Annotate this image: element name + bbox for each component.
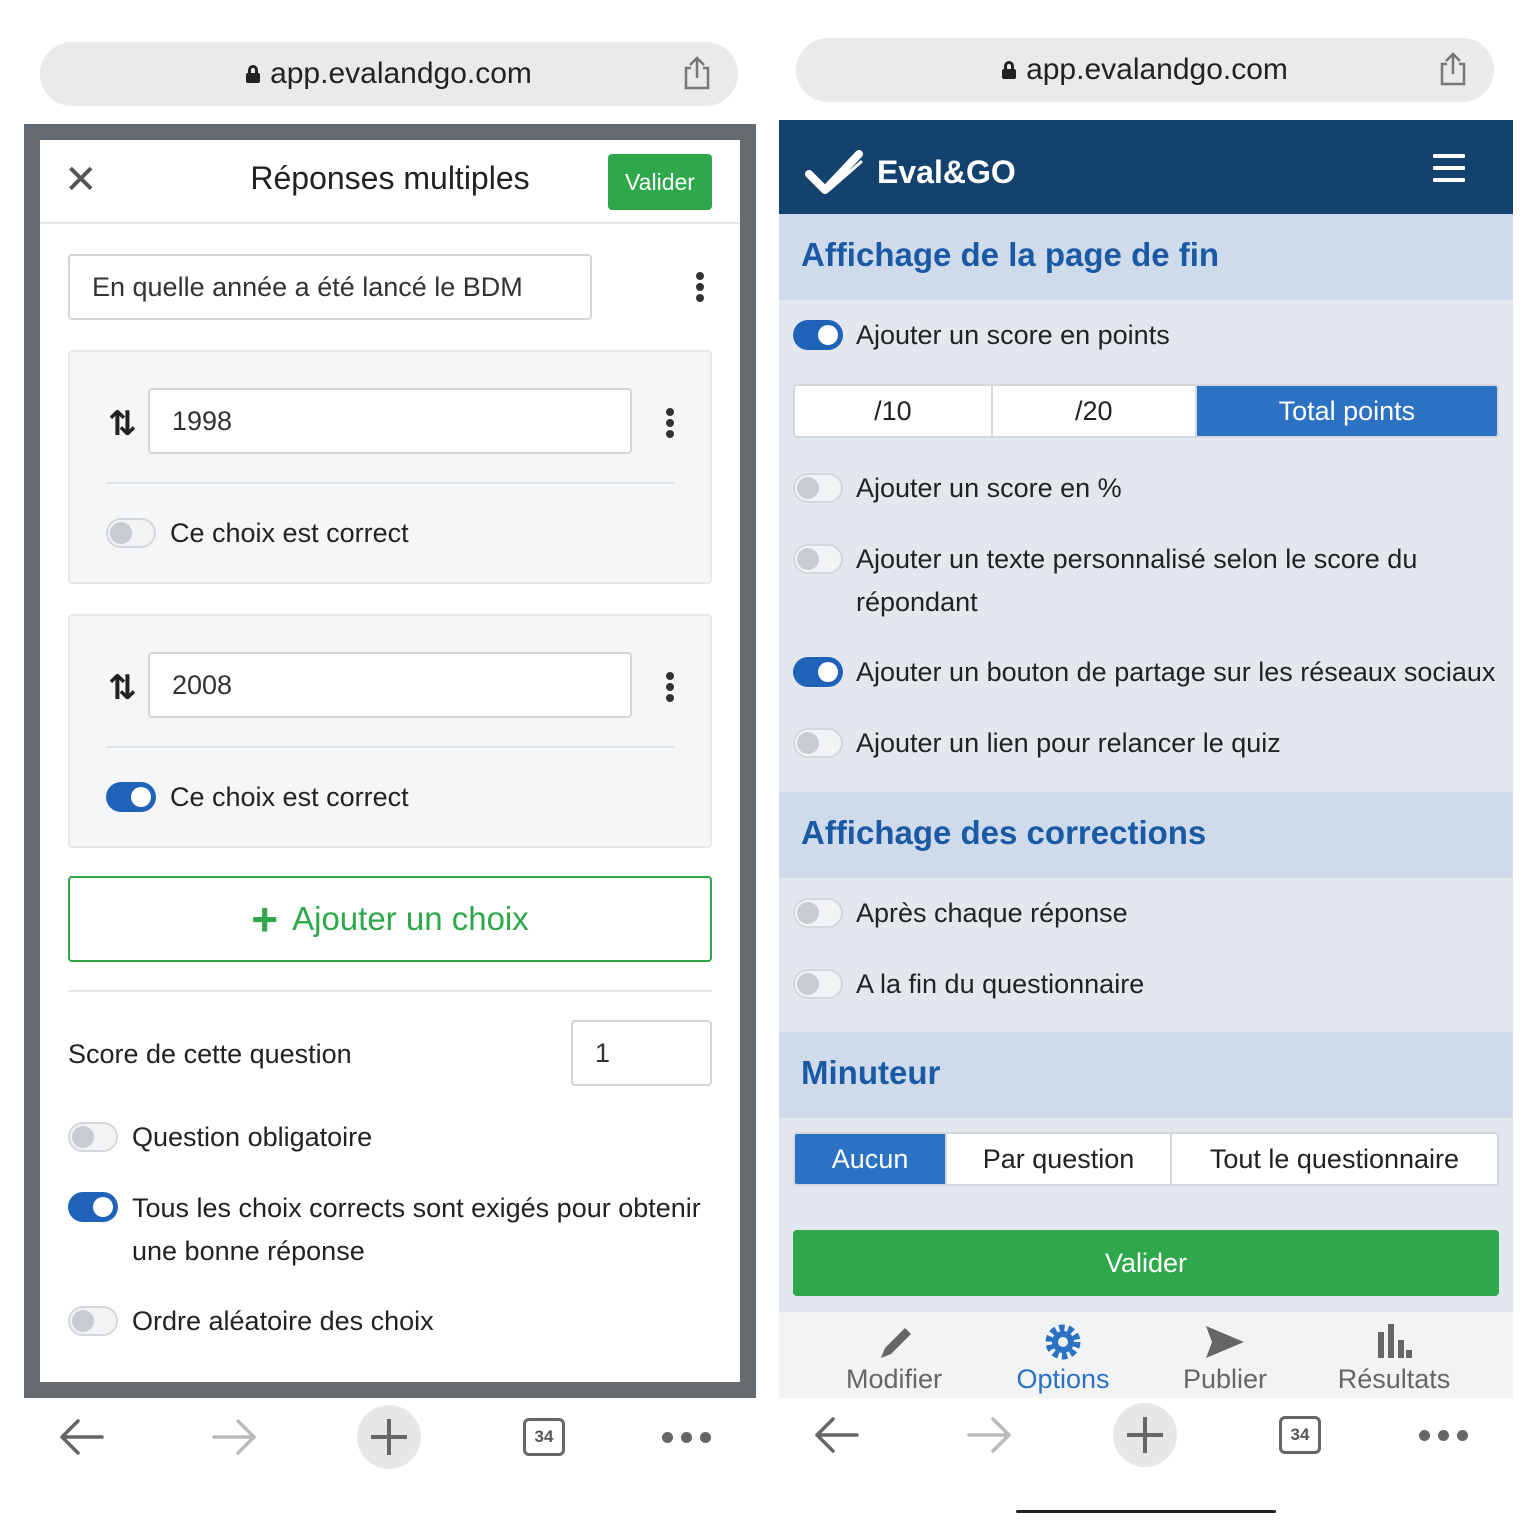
reorder-icon[interactable]: ⇅ bbox=[108, 668, 137, 708]
evalandgo-app: Eval&GO Affichage de la page de fin Ajou… bbox=[779, 120, 1513, 1398]
correct-toggle[interactable] bbox=[106, 782, 156, 812]
scale-option-total[interactable]: Total points bbox=[1196, 386, 1497, 436]
timer-option-per-question[interactable]: Par question bbox=[947, 1134, 1172, 1184]
address-bar[interactable]: app.evalandgo.com bbox=[796, 38, 1494, 102]
section-title: Minuteur bbox=[801, 1054, 941, 1091]
mandatory-label: Question obligatoire bbox=[132, 1122, 373, 1152]
divider bbox=[106, 746, 674, 748]
url-text: app.evalandgo.com bbox=[1026, 53, 1288, 86]
forward-arrow-icon[interactable] bbox=[212, 1418, 258, 1456]
section-header: Minuteur bbox=[779, 1032, 1513, 1118]
scale-option-10[interactable]: /10 bbox=[795, 386, 993, 436]
end-of-quiz-label: A la fin du questionnaire bbox=[856, 969, 1145, 999]
validate-button[interactable]: Valider bbox=[608, 154, 712, 210]
tab-options[interactable]: Options bbox=[988, 1312, 1138, 1398]
back-arrow-icon[interactable] bbox=[58, 1418, 104, 1456]
question-more-icon[interactable] bbox=[696, 272, 704, 302]
section-header: Affichage de la page de fin bbox=[779, 214, 1513, 300]
browser-toolbar: 34 bbox=[779, 1398, 1513, 1478]
end-of-quiz-toggle[interactable] bbox=[793, 969, 843, 999]
question-input[interactable]: En quelle année a été lancé le BDM bbox=[68, 254, 592, 320]
score-percent-toggle[interactable] bbox=[793, 473, 843, 503]
home-indicator bbox=[1016, 1510, 1276, 1513]
divider bbox=[106, 482, 674, 484]
tab-publier[interactable]: Publier bbox=[1150, 1312, 1300, 1398]
menu-icon[interactable] bbox=[1433, 154, 1465, 182]
tabs-icon[interactable]: 34 bbox=[1279, 1416, 1321, 1454]
tab-label: Modifier bbox=[845, 1364, 943, 1394]
add-choice-button[interactable]: + Ajouter un choix bbox=[68, 876, 712, 962]
gear-icon bbox=[1045, 1324, 1081, 1360]
bar-chart-icon bbox=[1378, 1324, 1412, 1358]
add-choice-label: Ajouter un choix bbox=[292, 900, 529, 937]
tab-label: Publier bbox=[1182, 1364, 1268, 1394]
lock-icon bbox=[246, 65, 261, 83]
choice-input[interactable]: 1998 bbox=[148, 388, 632, 454]
modal-header: ✕ Réponses multiples Valider bbox=[40, 140, 740, 224]
mandatory-toggle[interactable] bbox=[68, 1122, 118, 1152]
choice-more-icon[interactable] bbox=[666, 672, 674, 702]
score-label: Score de cette question bbox=[68, 1039, 352, 1069]
score-input[interactable]: 1 bbox=[571, 1020, 712, 1086]
back-arrow-icon[interactable] bbox=[813, 1416, 859, 1454]
tab-modifier[interactable]: Modifier bbox=[819, 1312, 969, 1398]
lock-icon bbox=[1002, 61, 1017, 79]
score-points-toggle[interactable] bbox=[793, 320, 843, 350]
score-points-label: Ajouter un score en points bbox=[856, 320, 1170, 350]
app-tab-bar: Modifier Options Publier Résultats bbox=[779, 1312, 1513, 1398]
scale-option-20[interactable]: /20 bbox=[993, 386, 1197, 436]
send-icon bbox=[1206, 1326, 1244, 1358]
correct-toggle[interactable] bbox=[106, 518, 156, 548]
pencil-icon bbox=[881, 1328, 911, 1358]
more-icon[interactable] bbox=[1419, 1430, 1469, 1442]
timer-option-whole-quiz[interactable]: Tout le questionnaire bbox=[1172, 1134, 1497, 1184]
choice-more-icon[interactable] bbox=[666, 408, 674, 438]
brand-name: Eval&GO bbox=[877, 154, 1016, 190]
url-text: app.evalandgo.com bbox=[270, 57, 532, 90]
plus-icon: + bbox=[251, 893, 279, 945]
reorder-icon[interactable]: ⇅ bbox=[108, 404, 137, 444]
choice-card: ⇅ 2008 Ce choix est correct bbox=[68, 614, 712, 848]
tab-label: Résultats bbox=[1337, 1364, 1451, 1394]
correct-label: Ce choix est correct bbox=[170, 782, 409, 812]
app-header: Eval&GO bbox=[779, 120, 1513, 214]
timer-option-none[interactable]: Aucun bbox=[795, 1134, 948, 1184]
forward-arrow-icon[interactable] bbox=[967, 1416, 1013, 1454]
tabs-icon[interactable]: 34 bbox=[523, 1418, 565, 1456]
divider bbox=[68, 990, 712, 992]
score-scale-selector: /10 /20 Total points bbox=[793, 384, 1499, 438]
section-title: Affichage de la page de fin bbox=[801, 236, 1220, 273]
score-percent-label: Ajouter un score en % bbox=[856, 473, 1122, 503]
multiple-answers-modal: ✕ Réponses multiples Valider En quelle a… bbox=[40, 140, 740, 1382]
choice-input[interactable]: 2008 bbox=[148, 652, 632, 718]
validate-button[interactable]: Valider bbox=[793, 1230, 1499, 1296]
tab-label: Options bbox=[1016, 1364, 1110, 1394]
after-each-answer-label: Après chaque réponse bbox=[856, 898, 1128, 928]
more-icon[interactable] bbox=[662, 1432, 712, 1444]
checkmark-logo-icon bbox=[805, 150, 863, 194]
all-correct-required-label: Tous les choix corrects sont exigés pour… bbox=[132, 1193, 701, 1266]
tab-resultats[interactable]: Résultats bbox=[1319, 1312, 1469, 1398]
social-share-label: Ajouter un bouton de partage sur les rés… bbox=[856, 657, 1496, 687]
share-icon[interactable] bbox=[682, 56, 712, 90]
new-tab-icon[interactable] bbox=[357, 1405, 421, 1469]
restart-link-label: Ajouter un lien pour relancer le quiz bbox=[856, 728, 1281, 758]
random-order-toggle[interactable] bbox=[68, 1306, 118, 1336]
choice-card: ⇅ 1998 Ce choix est correct bbox=[68, 350, 712, 584]
custom-text-toggle[interactable] bbox=[793, 544, 843, 574]
custom-text-label: Ajouter un texte personnalisé selon le s… bbox=[856, 544, 1418, 617]
browser-toolbar: 34 bbox=[24, 1400, 756, 1480]
section-header: Affichage des corrections bbox=[779, 792, 1513, 878]
restart-link-toggle[interactable] bbox=[793, 728, 843, 758]
share-icon[interactable] bbox=[1438, 52, 1468, 86]
new-tab-icon[interactable] bbox=[1113, 1403, 1177, 1467]
section-title: Affichage des corrections bbox=[801, 814, 1207, 851]
address-bar[interactable]: app.evalandgo.com bbox=[40, 42, 738, 106]
random-order-label: Ordre aléatoire des choix bbox=[132, 1306, 434, 1336]
timer-selector: Aucun Par question Tout le questionnaire bbox=[793, 1132, 1499, 1186]
correct-label: Ce choix est correct bbox=[170, 518, 409, 548]
after-each-answer-toggle[interactable] bbox=[793, 898, 843, 928]
all-correct-required-toggle[interactable] bbox=[68, 1192, 118, 1222]
social-share-toggle[interactable] bbox=[793, 657, 843, 687]
